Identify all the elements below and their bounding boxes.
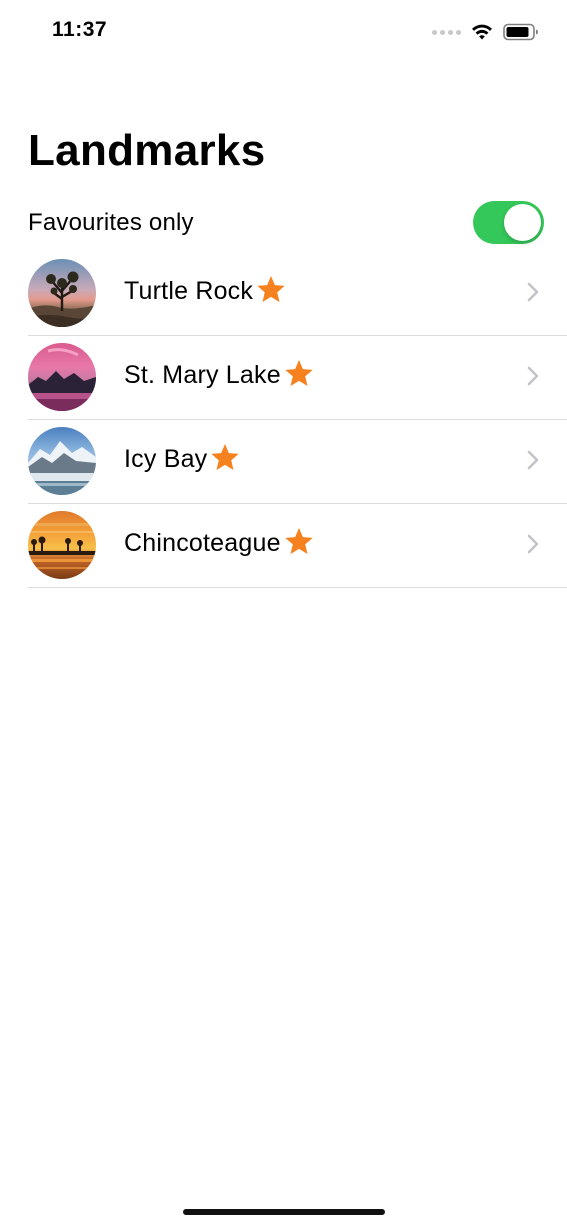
- landmark-list: Turtle Rock St. Mary Lake Icy Bay Chinco…: [0, 252, 567, 588]
- favourites-toggle-label: Favourites only: [28, 209, 194, 236]
- chevron-right-icon: [527, 282, 539, 302]
- landmark-thumbnail: [28, 343, 96, 411]
- chevron-right-icon: [527, 450, 539, 470]
- chevron-right-icon: [527, 534, 539, 554]
- cellular-dots-icon: [432, 29, 461, 35]
- landmark-name: Icy Bay: [124, 445, 208, 473]
- star-icon: [257, 275, 285, 303]
- star-icon: [284, 527, 313, 555]
- status-icons: [432, 20, 539, 44]
- landmark-thumbnail: [28, 427, 96, 495]
- page-title: Landmarks: [28, 126, 266, 175]
- star-icon: [285, 359, 313, 387]
- landmark-row-chincoteague[interactable]: Chincoteague: [28, 504, 567, 588]
- landmark-thumbnail: [28, 511, 96, 579]
- star-icon: [211, 443, 240, 471]
- favourites-toggle[interactable]: [473, 201, 544, 244]
- status-time: 11:37: [52, 18, 108, 41]
- landmark-name: Turtle Rock: [124, 277, 254, 305]
- landmark-row-icy-bay[interactable]: Icy Bay: [28, 420, 567, 504]
- landmark-thumbnail: [28, 259, 96, 327]
- toggle-knob: [504, 204, 541, 241]
- home-indicator[interactable]: [183, 1209, 385, 1215]
- landmark-row-st-mary-lake[interactable]: St. Mary Lake: [28, 336, 567, 420]
- favourites-toggle-row: Favourites only: [28, 195, 544, 251]
- landmark-name: Chincoteague: [124, 529, 281, 557]
- wifi-icon: [472, 24, 492, 40]
- chevron-right-icon: [527, 366, 539, 386]
- status-bar: 11:37: [0, 0, 567, 62]
- landmark-name: St. Mary Lake: [124, 361, 281, 389]
- battery-icon: [503, 23, 538, 41]
- landmark-row-turtle-rock[interactable]: Turtle Rock: [28, 252, 567, 336]
